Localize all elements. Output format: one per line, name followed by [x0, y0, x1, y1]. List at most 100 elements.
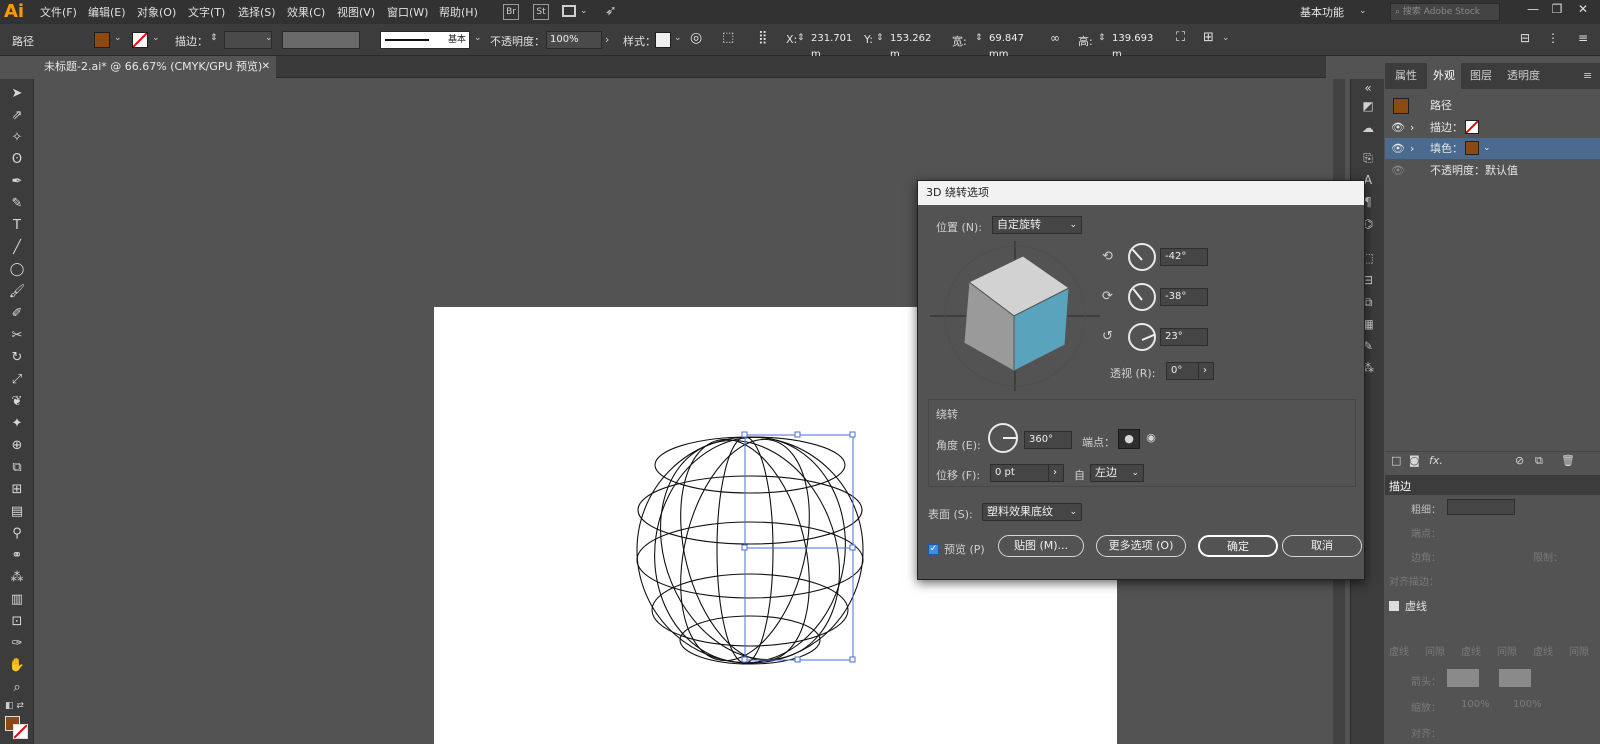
brush-definition[interactable]: 基本 [380, 31, 470, 49]
clear-appearance-icon[interactable]: ⊘ [1515, 454, 1524, 467]
rotate-y-dial[interactable] [1128, 283, 1156, 311]
surface-select[interactable]: 塑料效果底纹 ⌄ [982, 503, 1082, 521]
direct-selection-tool-icon[interactable]: ⇗ [8, 107, 26, 125]
curvature-tool-icon[interactable]: ✎ [8, 195, 26, 213]
stroke-none-swatch[interactable] [1465, 120, 1479, 134]
tab-transparency[interactable]: 透明度 [1507, 63, 1540, 89]
rotate-z-dial[interactable] [1128, 323, 1156, 351]
opacity-field[interactable]: 100% [546, 31, 602, 49]
menu-select[interactable]: 选择(S) [238, 4, 276, 20]
appearance-opacity-row[interactable]: 👁 不透明度： 默认值 [1385, 160, 1600, 181]
tab-properties[interactable]: 属性 [1395, 63, 1417, 89]
puppet-warp-tool-icon[interactable]: ✦ [8, 415, 26, 433]
rotate-x-field[interactable]: -42° [1160, 248, 1208, 266]
distribute-icon[interactable]: ⋮ [1547, 31, 1559, 45]
chevron-right-icon[interactable]: › [1198, 362, 1214, 380]
stroke-none-swatch[interactable] [132, 32, 148, 48]
rocket-icon[interactable]: ➶ [605, 3, 617, 19]
add-fill-icon[interactable]: ◙ [1409, 454, 1420, 467]
eye-icon[interactable]: 👁 [1391, 160, 1405, 181]
appearance-fill-row[interactable]: 👁 › 填色： ⌄ [1385, 138, 1600, 159]
artboard-tool-icon[interactable]: ⊡ [8, 613, 26, 631]
link-icon[interactable]: ∞ [1050, 31, 1060, 45]
stepper-icon[interactable]: ⇕ [797, 33, 805, 43]
y-field[interactable]: 153.262 m [887, 31, 941, 60]
gradient-tool-icon[interactable]: ▤ [8, 503, 26, 521]
appearance-stroke-row[interactable]: 👁 › 描边： [1385, 117, 1600, 138]
symbol-sprayer-tool-icon[interactable]: ⁂ [8, 569, 26, 587]
eyedropper-tool-icon[interactable]: ⚲ [8, 525, 26, 543]
stock-search-input[interactable]: ⌕ 搜索 Adobe Stock [1390, 3, 1500, 21]
align-icon[interactable]: ⬚ [722, 30, 734, 45]
rotation-track-cube[interactable] [930, 241, 1100, 391]
shape-builder-tool-icon[interactable]: ⊕ [8, 437, 26, 455]
chevron-right-icon[interactable]: › [605, 33, 609, 46]
properties-icon[interactable]: ◩ [1359, 97, 1377, 115]
chevron-down-icon[interactable]: ⌄ [1222, 33, 1230, 43]
menu-edit[interactable]: 编辑(E) [88, 4, 126, 20]
chevron-down-icon[interactable]: ⌄ [1359, 6, 1367, 16]
lasso-tool-icon[interactable]: ʘ [8, 151, 26, 169]
cap-on-button[interactable]: ● [1118, 429, 1140, 449]
menu-help[interactable]: 帮助(H) [439, 4, 478, 20]
x-field[interactable]: 231.701 m [808, 31, 858, 60]
stroke-color-box[interactable] [13, 724, 28, 739]
menu-window[interactable]: 窗口(W) [387, 4, 428, 20]
fx-icon[interactable]: fx. [1429, 454, 1443, 467]
paintbrush-tool-icon[interactable]: 🖌 [8, 283, 26, 301]
restore-icon[interactable]: ❐ [1547, 2, 1567, 20]
chevron-down-icon[interactable]: ⌄ [1483, 138, 1491, 159]
position-select[interactable]: 自定旋转 ⌄ [992, 216, 1082, 234]
type-tool-icon[interactable]: T [8, 217, 26, 235]
more-options-button[interactable]: 更多选项 (O) [1096, 535, 1186, 557]
chevron-down-icon[interactable]: ⌄ [674, 33, 682, 43]
column-graph-tool-icon[interactable]: ▥ [8, 591, 26, 609]
line-tool-icon[interactable]: ╱ [8, 239, 26, 257]
preview-checkbox[interactable]: ✓ [928, 544, 939, 555]
chevron-right-icon[interactable]: › [1048, 464, 1064, 482]
cap-off-button[interactable]: ◉ [1140, 429, 1162, 449]
cancel-button[interactable]: 取消 [1282, 535, 1362, 557]
fill-swatch[interactable] [94, 32, 110, 48]
stock-icon[interactable]: St [533, 4, 549, 20]
width-field[interactable]: 69.847 mm [986, 31, 1042, 60]
start-scale[interactable]: 100% [1461, 699, 1490, 710]
selection-tool-icon[interactable]: ➤ [8, 85, 26, 103]
close-icon[interactable]: ✕ [1573, 2, 1593, 20]
magic-wand-tool-icon[interactable]: ✧ [8, 129, 26, 147]
close-tab-icon[interactable]: ✕ [262, 56, 270, 78]
blend-tool-icon[interactable]: ⚭ [8, 547, 26, 565]
menu-type[interactable]: 文字(T) [188, 4, 225, 20]
end-scale[interactable]: 100% [1513, 699, 1542, 710]
stepper-icon[interactable]: ⇕ [876, 33, 884, 43]
offset-field[interactable]: 0 pt [990, 464, 1050, 482]
arrange-documents-icon[interactable] [562, 5, 576, 17]
stepper-icon[interactable]: ⇕ [210, 33, 218, 43]
dashed-checkbox[interactable] [1389, 601, 1399, 611]
weight-field[interactable] [1447, 499, 1515, 515]
from-select[interactable]: 左边 ⌄ [1090, 464, 1144, 482]
rotate-tool-icon[interactable]: ↻ [8, 349, 26, 367]
rotate-x-dial[interactable] [1128, 243, 1156, 271]
hand-tool-icon[interactable]: ✋ [8, 657, 26, 675]
wireframe-sphere[interactable] [630, 430, 880, 680]
mesh-tool-icon[interactable]: ⊞ [8, 481, 26, 499]
menu-view[interactable]: 视图(V) [337, 4, 375, 20]
chevron-down-icon[interactable]: ⌄ [152, 33, 160, 43]
blob-brush-tool-icon[interactable]: ✐ [8, 305, 26, 323]
zoom-tool-icon[interactable]: ⌕ [8, 679, 26, 697]
stepper-icon[interactable]: ⇕ [1098, 33, 1106, 43]
chevron-down-icon[interactable]: ⌄ [474, 33, 482, 43]
menu-file[interactable]: 文件(F) [40, 4, 77, 20]
recolor-icon[interactable]: ◎ [690, 30, 702, 46]
bridge-icon[interactable]: Br [503, 4, 519, 20]
panel-menu-icon[interactable]: ≡ [1578, 31, 1588, 45]
chevron-down-icon[interactable]: ⌄ [114, 33, 122, 43]
isolate-icon[interactable]: ⊞ [1203, 30, 1214, 45]
map-art-button[interactable]: 贴图 (M)... [998, 535, 1084, 557]
fill-swatch[interactable] [1465, 141, 1479, 155]
workspace-switcher[interactable]: 基本功能 [1300, 4, 1344, 20]
slice-tool-icon[interactable]: ✑ [8, 635, 26, 653]
warp-tool-icon[interactable]: ❦ [8, 393, 26, 411]
panel-menu-icon[interactable]: ≡ [1583, 63, 1592, 89]
